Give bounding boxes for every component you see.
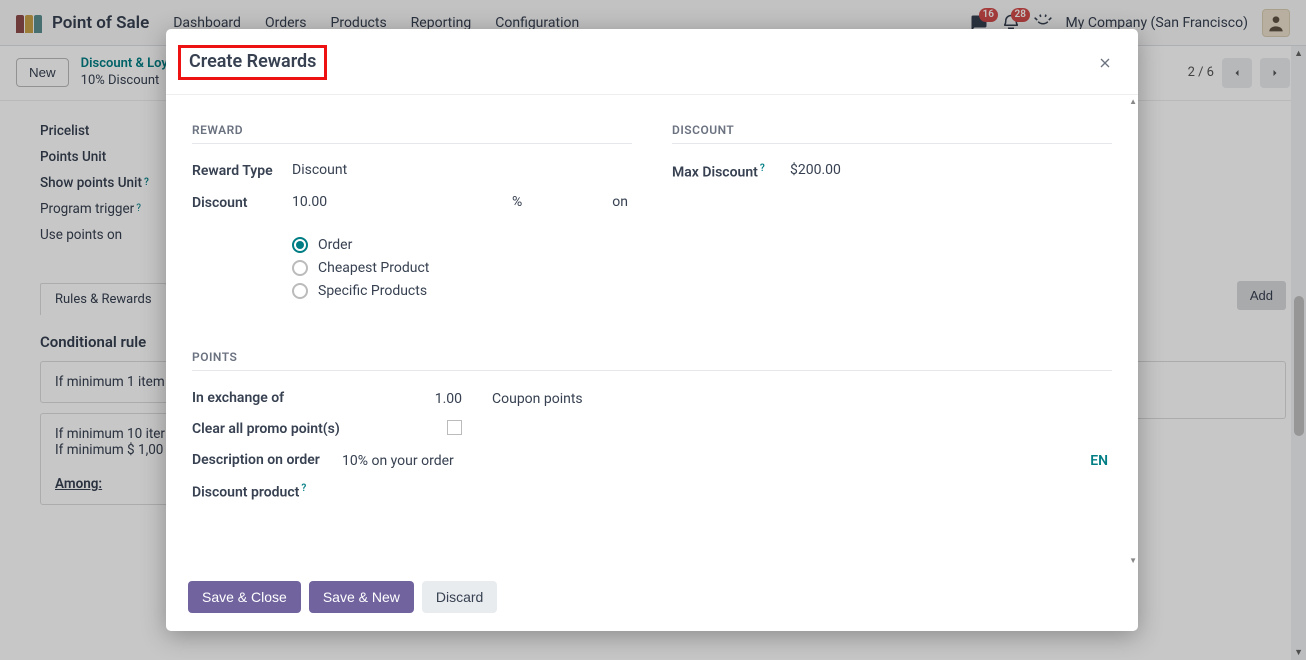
exchange-label: In exchange of	[192, 389, 342, 408]
section-reward-label: REWARD	[192, 123, 632, 144]
discount-applicability-radios: Order Cheapest Product Specific Products	[292, 230, 632, 306]
discount-value-input[interactable]: 10.00	[292, 194, 492, 210]
discard-button[interactable]: Discard	[422, 581, 497, 613]
reward-type-label: Reward Type	[192, 162, 292, 180]
modal-footer: Save & Close Save & New Discard	[166, 567, 1138, 631]
help-icon[interactable]: ?	[760, 163, 765, 174]
scroll-down-icon[interactable]: ▼	[1129, 556, 1137, 565]
radio-dot-icon	[292, 283, 308, 299]
reward-type-value[interactable]: Discount	[292, 162, 632, 178]
exchange-unit: Coupon points	[492, 391, 583, 407]
radio-dot-icon	[292, 260, 308, 276]
radio-order-label: Order	[318, 237, 352, 253]
save-new-button[interactable]: Save & New	[309, 581, 414, 613]
close-icon[interactable]	[1094, 52, 1116, 74]
radio-order[interactable]: Order	[292, 237, 632, 253]
modal-scrollbar[interactable]: ▲ ▼	[1130, 95, 1138, 567]
clear-promo-checkbox[interactable]	[447, 420, 462, 435]
max-discount-label: Max Discount?	[672, 162, 790, 182]
discount-unit-select[interactable]: %	[512, 194, 522, 210]
description-input[interactable]: 10% on your order	[342, 453, 454, 469]
radio-cheapest-product[interactable]: Cheapest Product	[292, 260, 632, 276]
modal-header: Create Rewards	[166, 29, 1138, 95]
discount-on-label: on	[612, 194, 628, 210]
discount-column: DISCOUNT Max Discount? $200.00	[672, 123, 1112, 320]
radio-cheapest-label: Cheapest Product	[318, 260, 429, 276]
create-rewards-modal: Create Rewards REWARD Reward Type Discou…	[166, 29, 1138, 631]
description-label: Description on order	[192, 451, 342, 470]
scroll-up-icon[interactable]: ▲	[1129, 97, 1137, 106]
exchange-value-input[interactable]: 1.00	[342, 391, 492, 407]
reward-column: REWARD Reward Type Discount Discount 10.…	[192, 123, 632, 320]
help-icon[interactable]: ?	[301, 483, 306, 494]
section-discount-label: DISCOUNT	[672, 123, 1112, 144]
radio-specific-label: Specific Products	[318, 283, 427, 299]
radio-specific-products[interactable]: Specific Products	[292, 283, 632, 299]
clear-promo-label: Clear all promo point(s)	[192, 420, 342, 439]
modal-body: REWARD Reward Type Discount Discount 10.…	[166, 95, 1138, 567]
discount-label: Discount	[192, 194, 292, 212]
modal-title: Create Rewards	[189, 51, 316, 72]
lang-toggle[interactable]: EN	[1090, 453, 1112, 469]
section-points-label: POINTS	[192, 350, 1112, 371]
max-discount-value[interactable]: $200.00	[790, 162, 1112, 178]
discount-product-label: Discount product?	[192, 482, 342, 503]
radio-dot-icon	[292, 237, 308, 253]
modal-title-highlight: Create Rewards	[178, 45, 327, 80]
save-close-button[interactable]: Save & Close	[188, 581, 301, 613]
